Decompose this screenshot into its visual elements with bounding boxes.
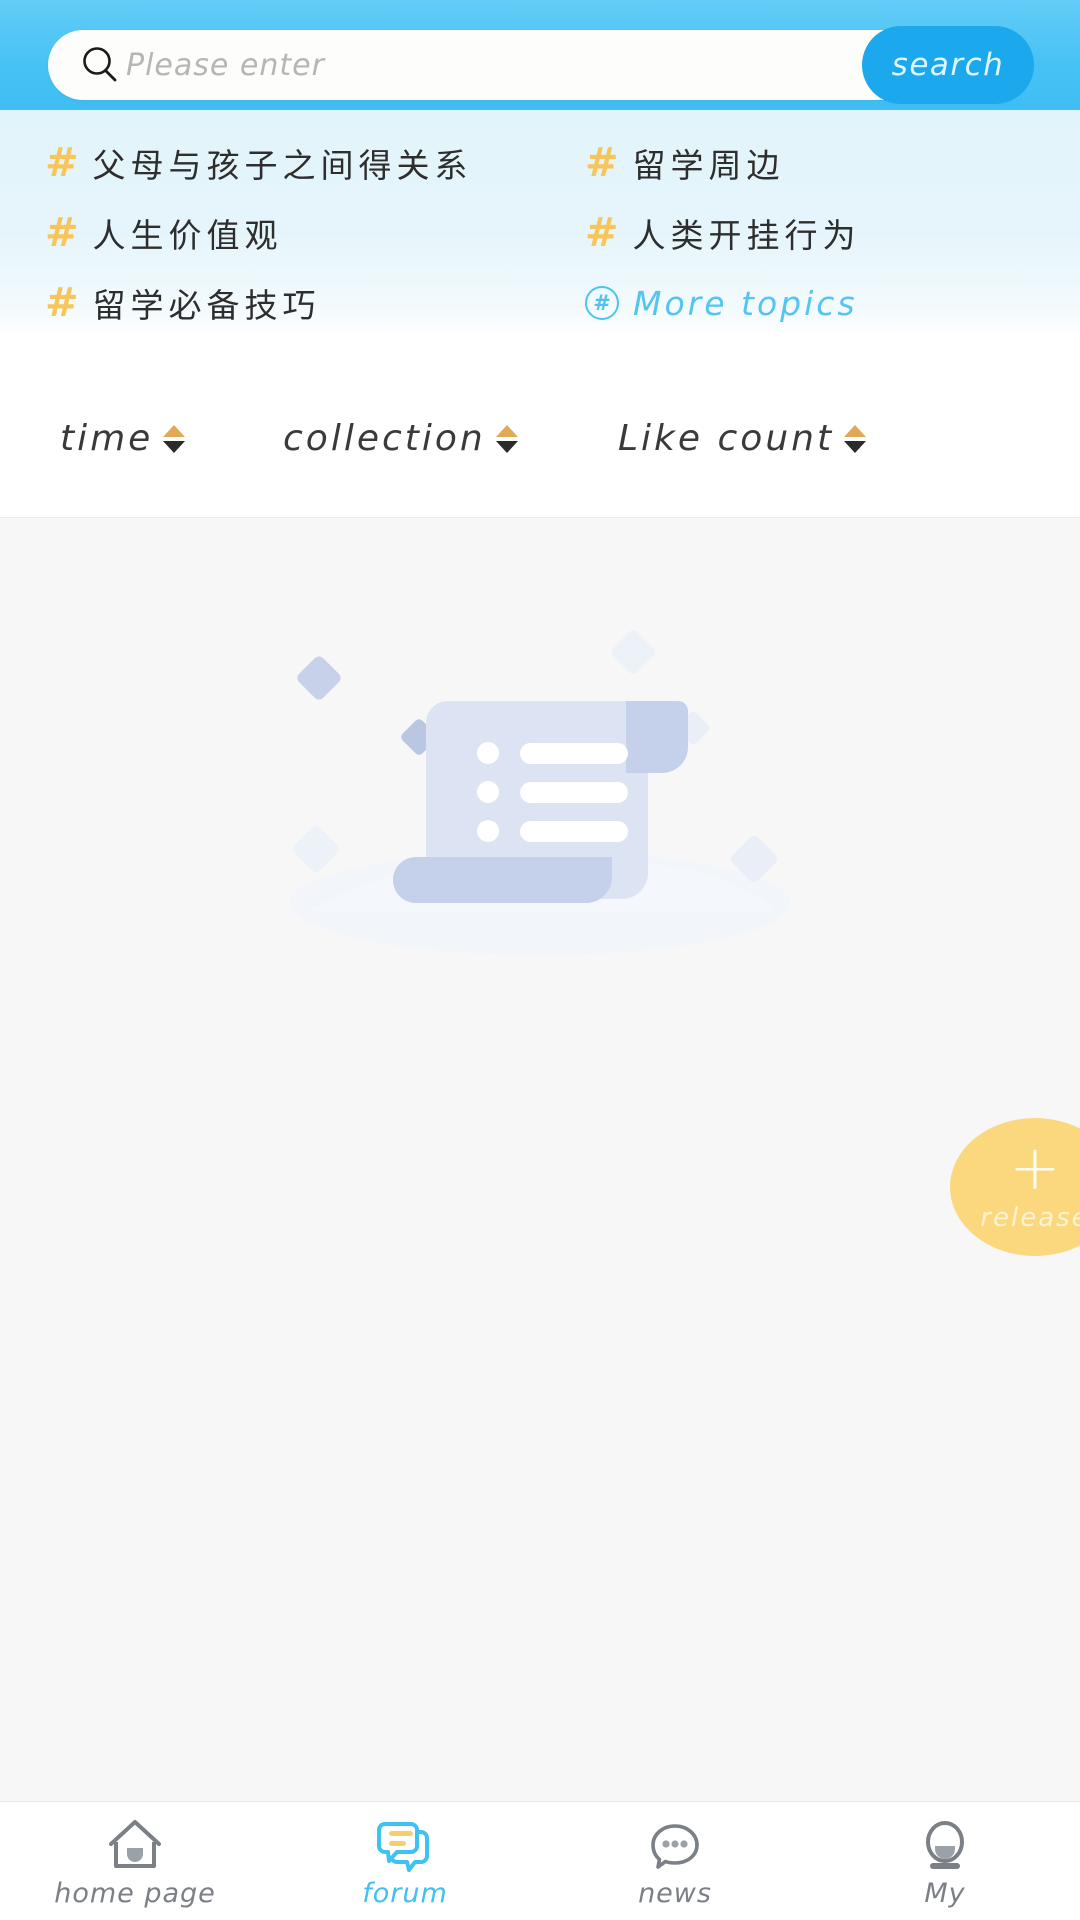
empty-state [220, 573, 860, 993]
hash-icon: # [45, 210, 79, 256]
topic-item-3[interactable]: # 人类开挂行为 [540, 209, 1080, 257]
forum-chat-icon [375, 1814, 435, 1876]
topic-item-4[interactable]: # 留学必备技巧 [0, 279, 540, 327]
hash-icon: # [45, 140, 79, 186]
topics-row: # 父母与孩子之间得关系 # 留学周边 [0, 128, 1080, 198]
topic-item-1[interactable]: # 留学周边 [540, 139, 1080, 187]
sort-arrows-icon [163, 424, 186, 453]
plus-icon: + [1009, 1131, 1061, 1204]
hash-icon: # [585, 140, 619, 186]
content-area: + release [0, 519, 1080, 1801]
topics-row: # 人生价值观 # 人类开挂行为 [0, 198, 1080, 268]
tab-home-page[interactable]: home page [0, 1814, 270, 1909]
hash-circle-icon: # [585, 286, 619, 320]
tab-label: home page [54, 1877, 216, 1909]
sort-arrows-icon [495, 424, 518, 453]
sort-option-time[interactable]: time [60, 418, 186, 459]
user-profile-icon [915, 1814, 975, 1876]
topic-label: 人类开挂行为 [632, 216, 861, 255]
home-icon [105, 1814, 165, 1876]
topics-row: # 留学必备技巧 # More topics [0, 268, 1080, 338]
topic-label: 人生价值观 [92, 216, 283, 255]
sort-arrows-icon [844, 424, 867, 453]
topic-label: 留学必备技巧 [92, 286, 321, 325]
release-fab-button[interactable]: + release [950, 1118, 1080, 1256]
app-screen: Please enter search # 父母与孩子之间得关系 # 留学周边 … [0, 0, 1080, 1920]
search-input-placeholder[interactable]: Please enter [126, 48, 325, 83]
header-bar: Please enter search [0, 0, 1080, 110]
release-label: release [980, 1203, 1080, 1233]
topic-label: 留学周边 [632, 146, 785, 185]
search-bar[interactable]: Please enter search [48, 26, 1034, 104]
sort-label: Like count [618, 418, 835, 459]
sort-label: collection [283, 418, 486, 459]
hash-icon: # [45, 280, 79, 326]
sort-option-collection[interactable]: collection [283, 418, 518, 459]
tab-label: forum [362, 1877, 448, 1909]
sort-option-like-count[interactable]: Like count [618, 418, 867, 459]
bottom-navigation: home page forum news My [0, 1801, 1080, 1920]
tab-news[interactable]: news [540, 1814, 810, 1909]
sort-label: time [60, 418, 154, 459]
topic-label: 父母与孩子之间得关系 [92, 146, 473, 185]
topic-item-0[interactable]: # 父母与孩子之间得关系 [0, 139, 540, 187]
topic-item-2[interactable]: # 人生价值观 [0, 209, 540, 257]
search-button[interactable]: search [862, 26, 1034, 104]
more-topics-link[interactable]: # More topics [540, 284, 1080, 323]
empty-document-icon [290, 630, 790, 955]
topics-panel: # 父母与孩子之间得关系 # 留学周边 # 人生价值观 # 人类开挂行为 # 留… [0, 110, 1080, 332]
hash-icon: # [585, 210, 619, 256]
sort-bar: time collection Like count [0, 332, 1080, 518]
tab-forum[interactable]: forum [270, 1814, 540, 1909]
tab-label: news [638, 1877, 712, 1909]
more-topics-label: More topics [633, 283, 858, 323]
news-bubble-icon [645, 1814, 705, 1876]
tab-my[interactable]: My [810, 1814, 1080, 1909]
tab-label: My [924, 1877, 966, 1909]
search-icon [80, 45, 120, 85]
